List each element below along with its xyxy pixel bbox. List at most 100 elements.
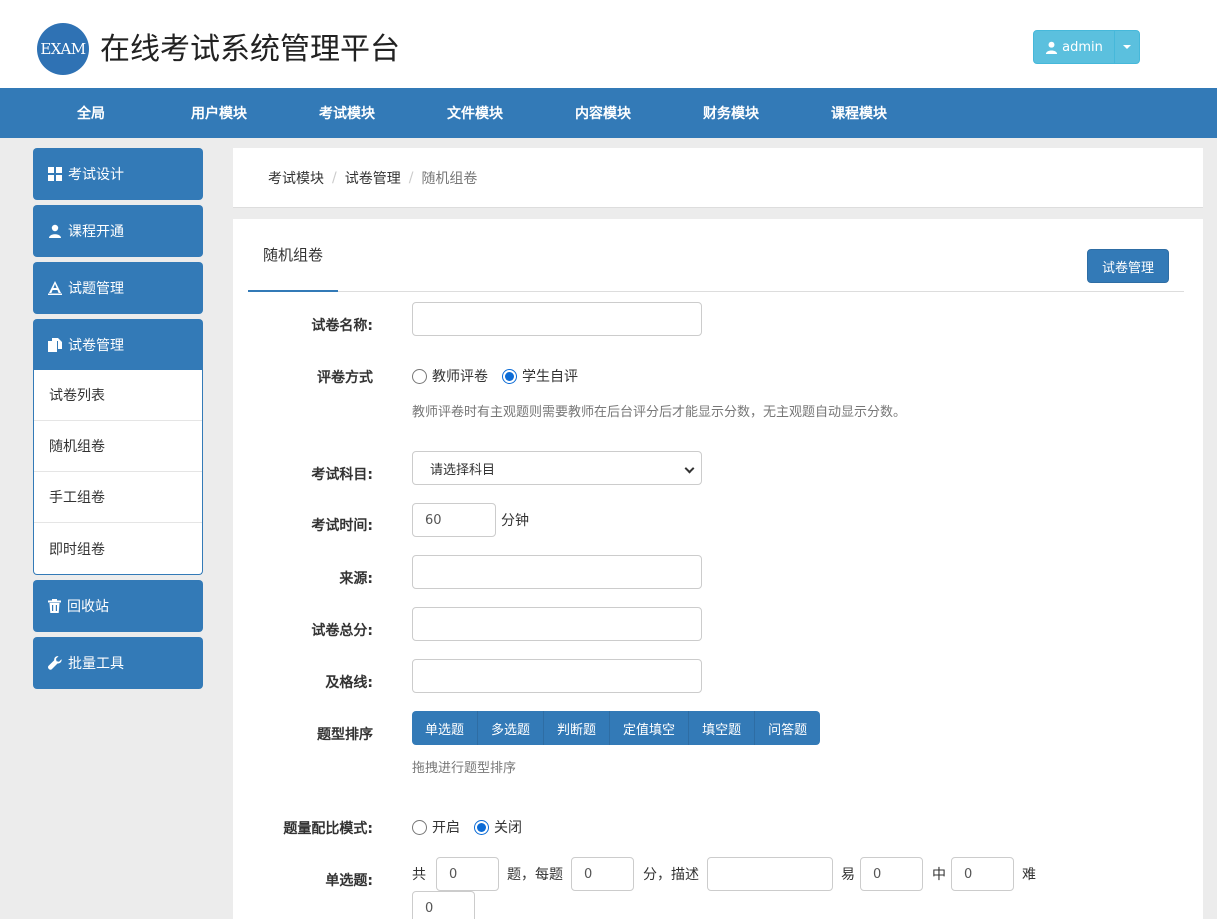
submenu-item-manual-paper[interactable]: 手工组卷 <box>34 472 202 523</box>
time-unit: 分钟 <box>501 513 529 529</box>
qtype-single-choice[interactable]: 单选题 <box>412 711 479 745</box>
grid-icon <box>48 167 62 181</box>
source-input[interactable] <box>412 555 702 589</box>
pass-line-label: 及格线: <box>325 675 373 691</box>
grading-help-text: 教师评卷时有主观题则需要教师在后台评分后才能显示分数，无主观题自动显示分数。 <box>412 405 907 420</box>
single-easy-input[interactable]: 0 <box>860 857 923 891</box>
submenu-item-paper-list[interactable]: 试卷列表 <box>34 370 202 421</box>
sidebar-item-label: 试题管理 <box>68 281 124 297</box>
breadcrumb-item-current: 随机组卷 <box>421 170 478 187</box>
single-hard-input[interactable]: 0 <box>412 891 475 919</box>
chevron-down-icon <box>1123 45 1131 49</box>
user-dropdown-toggle[interactable] <box>1115 31 1139 63</box>
tab-random-paper[interactable]: 随机组卷 <box>248 219 338 292</box>
qtype-fixed-fill[interactable]: 定值填空 <box>610 711 690 745</box>
grading-radio-teacher[interactable] <box>412 368 427 384</box>
single-count-input[interactable]: 0 <box>436 857 499 891</box>
paper-submenu: 试卷列表 随机组卷 手工组卷 即时组卷 <box>33 370 203 575</box>
tab-bar: 随机组卷 试卷管理 <box>248 219 1184 292</box>
wrench-icon <box>48 656 62 670</box>
question-order-label: 题型排序 <box>317 727 373 743</box>
sidebar-item-label: 课程开通 <box>68 224 124 240</box>
sidebar-item-batch-tools[interactable]: 批量工具 <box>33 637 203 689</box>
single-score-input[interactable]: 0 <box>571 857 634 891</box>
qtype-essay[interactable]: 问答题 <box>755 711 821 745</box>
subject-label: 考试科目: <box>311 467 373 483</box>
sidebar-item-label: 回收站 <box>67 599 109 615</box>
nav-item-exam[interactable]: 考试模块 <box>283 88 411 138</box>
grading-option-student[interactable]: 学生自评 <box>522 366 578 386</box>
sidebar-item-label: 试卷管理 <box>68 338 124 354</box>
user-icon <box>1046 41 1058 54</box>
sidebar-item-label: 批量工具 <box>68 656 124 672</box>
breadcrumb-separator: / <box>408 169 414 186</box>
single-mid-input[interactable]: 0 <box>951 857 1014 891</box>
breadcrumb-item-exam-module[interactable]: 考试模块 <box>268 168 324 188</box>
ratio-radio-off[interactable] <box>474 819 489 835</box>
sidebar-item-label: 考试设计 <box>68 167 124 183</box>
pass-line-input[interactable] <box>412 659 702 693</box>
single-total-prefix: 共 <box>412 867 426 883</box>
breadcrumb-item-paper-manage[interactable]: 试卷管理 <box>345 168 401 188</box>
top-nav: 全局 用户模块 考试模块 文件模块 内容模块 财务模块 课程模块 <box>0 88 1217 138</box>
submenu-item-random-paper[interactable]: 随机组卷 <box>34 421 202 472</box>
nav-item-finance[interactable]: 财务模块 <box>667 88 795 138</box>
qtype-fill-blank[interactable]: 填空题 <box>689 711 756 745</box>
logo-text: EXAM <box>40 40 86 58</box>
main-panel: 随机组卷 试卷管理 试卷名称: 评卷方式 教师评卷 学生自评 教师评卷时有主观题… <box>233 219 1203 919</box>
total-score-input[interactable] <box>412 607 702 641</box>
single-desc-text: 分，描述 <box>643 867 699 883</box>
paper-name-label: 试卷名称: <box>311 318 373 334</box>
user-menu-button[interactable]: admin <box>1033 30 1140 64</box>
subject-select-value: 请选择科目 <box>430 462 496 478</box>
breadcrumb-separator: / <box>332 169 337 186</box>
ratio-option-on[interactable]: 开启 <box>432 817 460 837</box>
question-order-help: 拖拽进行题型排序 <box>412 761 517 776</box>
user-name: admin <box>1062 39 1103 55</box>
sidebar-item-course-open[interactable]: 课程开通 <box>33 205 203 257</box>
grading-radio-group: 教师评卷 学生自评 <box>412 366 592 386</box>
single-per-text: 题，每题 <box>507 867 563 883</box>
single-desc-input[interactable] <box>707 857 833 891</box>
nav-item-users[interactable]: 用户模块 <box>155 88 283 138</box>
paper-manage-button[interactable]: 试卷管理 <box>1087 249 1169 283</box>
sidebar-item-paper-manage[interactable]: 试卷管理 <box>33 319 203 371</box>
nav-item-global[interactable]: 全局 <box>27 88 155 138</box>
ratio-option-off[interactable]: 关闭 <box>494 817 522 837</box>
paper-name-input[interactable] <box>412 302 702 336</box>
grading-radio-student[interactable] <box>502 368 517 384</box>
qtype-multi-choice[interactable]: 多选题 <box>478 711 545 745</box>
time-label: 考试时间: <box>311 518 373 534</box>
sidebar-item-exam-design[interactable]: 考试设计 <box>33 148 203 200</box>
total-score-label: 试卷总分: <box>311 623 373 639</box>
breadcrumb: 考试模块 / 试卷管理 / 随机组卷 <box>233 148 1203 208</box>
single-easy-text: 易 <box>841 867 855 883</box>
text-icon <box>48 281 62 295</box>
user-icon <box>49 224 61 238</box>
logo: EXAM <box>37 23 89 75</box>
grading-label: 评卷方式 <box>317 370 373 386</box>
nav-item-content[interactable]: 内容模块 <box>539 88 667 138</box>
subject-select[interactable]: 请选择科目 <box>412 451 702 485</box>
single-mid-text: 中 <box>932 867 946 883</box>
sidebar-item-recycle-bin[interactable]: 回收站 <box>33 580 203 632</box>
grading-option-teacher[interactable]: 教师评卷 <box>432 366 488 386</box>
nav-item-course[interactable]: 课程模块 <box>795 88 923 138</box>
user-button-main[interactable]: admin <box>1034 31 1115 63</box>
site-title: 在线考试系统管理平台 <box>100 32 400 67</box>
copy-icon <box>48 338 62 352</box>
question-type-order-group: 单选题 多选题 判断题 定值填空 填空题 问答题 <box>412 711 821 745</box>
source-label: 来源: <box>339 571 373 587</box>
time-input[interactable]: 60 <box>412 503 496 537</box>
single-hard-text: 难 <box>1022 867 1036 883</box>
ratio-radio-on[interactable] <box>412 819 427 835</box>
single-choice-label: 单选题: <box>325 873 373 889</box>
ratio-mode-label: 题量配比模式: <box>283 821 373 837</box>
trash-icon <box>48 599 61 613</box>
chevron-down-icon <box>684 463 695 474</box>
sidebar-item-question-manage[interactable]: 试题管理 <box>33 262 203 314</box>
ratio-radio-group: 开启 关闭 <box>412 817 536 837</box>
qtype-true-false[interactable]: 判断题 <box>544 711 611 745</box>
submenu-item-instant-paper[interactable]: 即时组卷 <box>34 523 202 574</box>
nav-item-files[interactable]: 文件模块 <box>411 88 539 138</box>
